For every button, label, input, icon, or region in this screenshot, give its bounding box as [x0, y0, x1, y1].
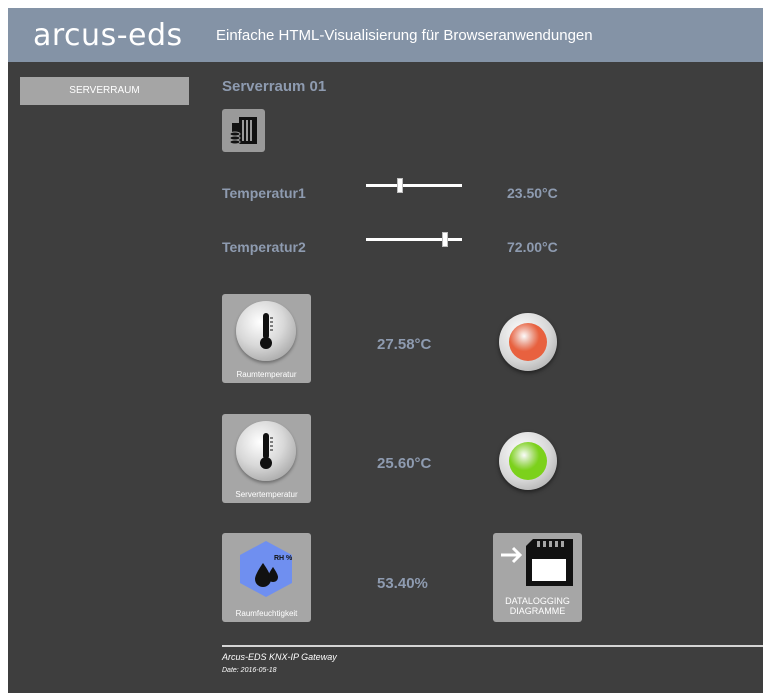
thermometer-icon — [236, 301, 296, 361]
logo: arcus-eds — [33, 18, 183, 53]
temperatur2-slider[interactable] — [366, 231, 462, 249]
status-lamp-light — [509, 442, 547, 480]
raumtemperatur-reading: 27.58°C — [377, 336, 432, 353]
temperatur2-value: 72.00°C — [507, 239, 558, 255]
server-rack-icon — [229, 117, 257, 145]
temperatur2-label: Temperatur2 — [222, 239, 306, 255]
servertemperatur-tile[interactable]: Servertemperatur — [222, 414, 311, 503]
sd-card-export-icon — [501, 539, 573, 586]
raumfeuchtigkeit-tile[interactable]: RH % Raumfeuchtigkeit — [222, 533, 311, 622]
datalogging-label-line1: DATALOGGING — [505, 596, 570, 606]
servertemperatur-status-lamp — [499, 432, 557, 490]
tile-label: Servertemperatur — [235, 490, 298, 499]
footer-date: Date: 2016-05-18 — [222, 667, 277, 674]
thermometer-icon — [236, 421, 296, 481]
raumtemperatur-status-lamp — [499, 313, 557, 371]
servertemperatur-reading: 25.60°C — [377, 455, 432, 472]
page-title: Serverraum 01 — [222, 78, 327, 95]
temperatur1-label: Temperatur1 — [222, 185, 306, 201]
raumfeuchtigkeit-reading: 53.40% — [377, 575, 428, 592]
tile-label: Raumtemperatur — [236, 370, 297, 379]
footer-divider — [222, 645, 763, 647]
humidity-icon-label: RH % — [274, 555, 293, 562]
nav-item-serverraum[interactable]: SERVERRAUM — [20, 77, 189, 105]
server-rack-button[interactable] — [222, 109, 265, 152]
temperatur1-slider[interactable] — [366, 177, 462, 195]
humidity-icon: RH % — [240, 541, 293, 597]
status-lamp-light — [509, 323, 547, 361]
slider-track — [366, 184, 462, 187]
slider-thumb[interactable] — [396, 178, 403, 193]
datalogging-button[interactable]: DATALOGGING DIAGRAMME — [493, 533, 582, 622]
raumtemperatur-tile[interactable]: Raumtemperatur — [222, 294, 311, 383]
temperatur1-value: 23.50°C — [507, 185, 558, 201]
tile-label: Raumfeuchtigkeit — [235, 609, 298, 618]
header-subtitle: Einfache HTML-Visualisierung für Browser… — [216, 27, 593, 44]
slider-thumb[interactable] — [441, 232, 448, 247]
footer-title: Arcus-EDS KNX-IP Gateway — [222, 652, 337, 662]
datalogging-label-line2: DIAGRAMME — [509, 606, 566, 616]
app-window: arcus-eds Einfache HTML-Visualisierung f… — [8, 8, 763, 693]
header-bar: arcus-eds Einfache HTML-Visualisierung f… — [8, 8, 763, 62]
datalogging-label: DATALOGGING DIAGRAMME — [493, 596, 582, 616]
